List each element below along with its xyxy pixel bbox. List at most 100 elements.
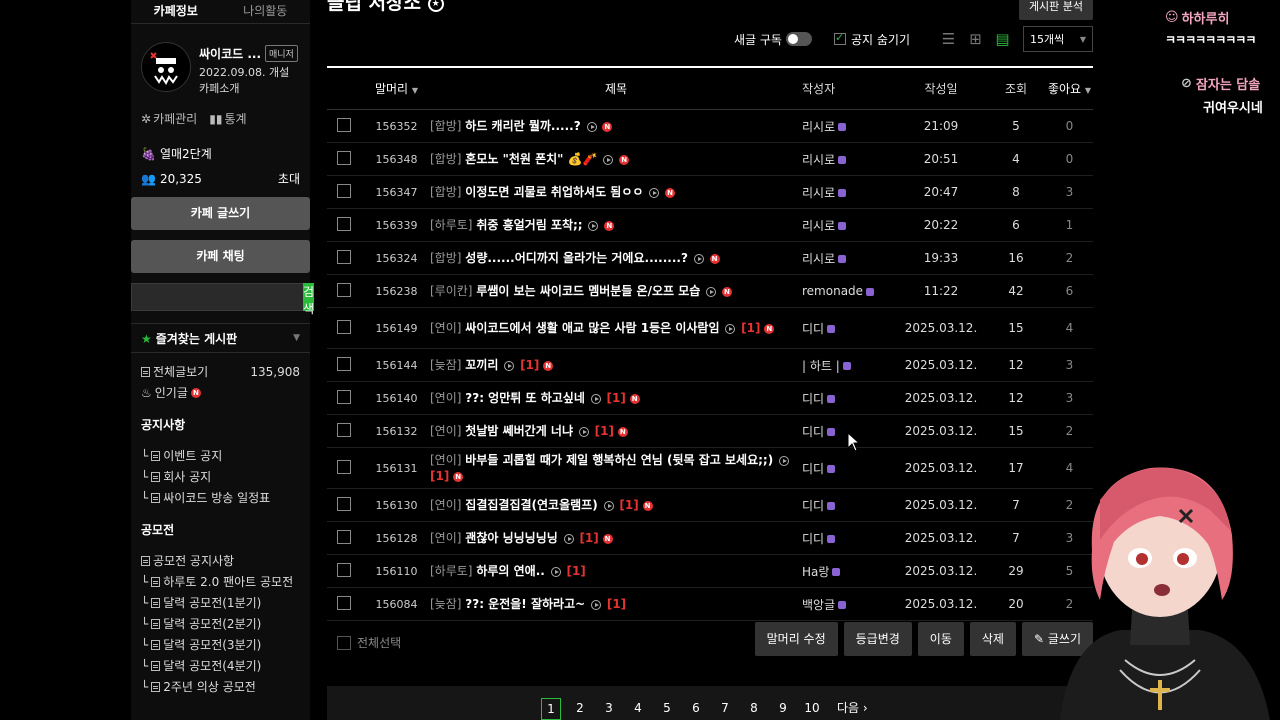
tab-cafe-info[interactable]: 카페정보 [131, 0, 221, 23]
post-title-link[interactable]: 집결집결집결(연코올램프) [465, 498, 597, 512]
row-checkbox[interactable] [337, 282, 351, 297]
row-checkbox[interactable] [337, 183, 351, 198]
post-author[interactable]: 디디 [802, 530, 896, 547]
row-checkbox[interactable] [337, 150, 351, 165]
post-author[interactable]: 백앙글 [802, 596, 896, 613]
comment-count[interactable]: [1] [430, 469, 449, 483]
row-checkbox[interactable] [337, 562, 351, 577]
table-row[interactable]: 156144 [늦잠] 꼬끼리 [1] N | 하트 | 2025.03.12. 12 3 [327, 349, 1093, 382]
next-page-link[interactable]: 다음 › [837, 698, 868, 720]
menu-popular[interactable]: ♨ 인기글 N [131, 382, 310, 403]
column-prefix[interactable]: 말머리 ▼ [363, 80, 430, 97]
row-checkbox[interactable] [337, 422, 351, 437]
post-author[interactable]: Ha랑 [802, 563, 896, 580]
page-link[interactable]: 7 [715, 698, 735, 720]
page-link[interactable]: 3 [599, 698, 619, 720]
comment-count[interactable]: [1] [607, 597, 626, 611]
table-row[interactable]: 156130 [연이] 집결집결집결(연코올램프) [1] N 디디 2025.03.… [327, 489, 1093, 522]
comment-count[interactable]: [1] [595, 424, 614, 438]
tab-my-activity[interactable]: 나의활동 [221, 0, 311, 23]
cafe-name[interactable]: 싸이코드 ... [199, 45, 261, 62]
post-author[interactable]: 리시로 [802, 151, 896, 168]
post-author[interactable]: 디디 [802, 320, 896, 337]
select-all[interactable]: 전체선택 [337, 634, 401, 651]
post-author[interactable]: 리시로 [802, 184, 896, 201]
card-view-icon[interactable]: ☰ [940, 30, 957, 48]
hide-notice-option[interactable]: 공지 숨기기 [833, 31, 910, 48]
page-link[interactable]: 9 [773, 698, 793, 720]
post-title-link[interactable]: 첫날밤 쎄버간게 너냐 [465, 424, 573, 438]
page-link[interactable]: 1 [541, 698, 561, 720]
table-row[interactable]: 156238 [루이칸] 루쌤이 보는 싸이코드 멤버분들 온/오프 모습 Nre… [327, 275, 1093, 308]
table-row[interactable]: 156140 [연이] ??: 엉만튀 또 하고싶네 [1] N 디디 2025.03… [327, 382, 1093, 415]
per-page-select[interactable]: 15개씩 ▼ [1023, 26, 1093, 52]
page-link[interactable]: 6 [686, 698, 706, 720]
post-author[interactable]: 리시로 [802, 118, 896, 135]
menu-contest-item[interactable]: └ 달력 공모전(3분기) [131, 634, 310, 655]
cafe-level[interactable]: 🍇 열매2단계 [131, 145, 310, 162]
table-row[interactable]: 156132 [연이] 첫날밤 쎄버간게 너냐 [1] N 디디 2025.03.12… [327, 415, 1093, 448]
post-title-link[interactable]: 이정도면 괴물로 취업하셔도 됨ㅇㅇ [465, 185, 643, 199]
comment-count[interactable]: [1] [579, 531, 598, 545]
invite-link[interactable]: 초대 [278, 170, 300, 187]
menu-contest-item[interactable]: └ 달력 공모전(1분기) [131, 592, 310, 613]
post-title-link[interactable]: 루쌤이 보는 싸이코드 멤버분들 온/오프 모습 [476, 284, 700, 298]
cafe-admin-link[interactable]: ✲ 카페관리 [141, 110, 197, 127]
new-post-subscribe[interactable]: 새글 구독 [734, 31, 812, 48]
post-author[interactable]: 디디 [802, 390, 896, 407]
row-checkbox[interactable] [337, 389, 351, 404]
board-settings-icon[interactable]: ★ [427, 0, 444, 12]
table-row[interactable]: 156128 [연이] 괜찮아 닝닝닝닝닝 [1] N 디디 2025.03.12. 7… [327, 522, 1093, 555]
comment-count[interactable]: [1] [607, 391, 626, 405]
edit-prefix-button[interactable]: 말머리 수정 [754, 622, 838, 656]
table-row[interactable]: 156324 [합방] 성량......어디까지 올라가는 거에요........… [327, 242, 1093, 275]
cafe-chat-button[interactable]: 카페 채팅 [131, 240, 310, 273]
column-likes[interactable]: 좋아요 ▼ [1046, 80, 1093, 97]
table-row[interactable]: 156131 [연이] 바부들 괴롭힐 때가 제일 행복하신 연님 (뒷목 잡고 … [327, 448, 1093, 489]
post-author[interactable]: 리시로 [802, 217, 896, 234]
post-author[interactable]: | 하트 | [802, 357, 896, 374]
delete-button[interactable]: 삭제 [969, 622, 1016, 656]
post-title-link[interactable]: 혼모노 "천원 폰치" 💰🧨 [465, 152, 597, 166]
menu-contest-item[interactable]: └ 달력 공모전(4분기) [131, 655, 310, 676]
menu-notice-item[interactable]: └ 싸이코드 방송 일정표 [131, 487, 310, 508]
table-row[interactable]: 156347 [합방] 이정도면 괴물로 취업하셔도 됨ㅇㅇ N 리시로 20:47 8… [327, 176, 1093, 209]
comment-count[interactable]: [1] [741, 321, 760, 335]
comment-count[interactable]: [1] [566, 564, 585, 578]
table-row[interactable]: 156149 [연이] 싸이코드에서 생활 애교 많은 사람 1등은 이사람임 [… [327, 308, 1093, 349]
menu-contest-item[interactable]: └ 2주년 의상 공모전 [131, 676, 310, 697]
favorites-header[interactable]: ★ 즐겨찾는 게시판 ▼ [131, 323, 310, 353]
comment-count[interactable]: [1] [520, 358, 539, 372]
row-checkbox[interactable] [337, 496, 351, 511]
post-title-link[interactable]: 성량......어디까지 올라가는 거에요........? [465, 251, 688, 265]
table-row[interactable]: 156339 [하루토] 취중 흥얼거림 포착;; N 리시로 20:22 6 1 [327, 209, 1093, 242]
page-link[interactable]: 2 [570, 698, 590, 720]
cafe-write-button[interactable]: 카페 글쓰기 [131, 197, 310, 230]
page-link[interactable]: 8 [744, 698, 764, 720]
cafe-search-button[interactable]: 검색 [303, 283, 315, 316]
change-grade-button[interactable]: 등급변경 [843, 622, 912, 656]
page-link[interactable]: 4 [628, 698, 648, 720]
page-link[interactable]: 10 [802, 698, 822, 720]
board-analysis-button[interactable]: 게시판 분석 [1019, 0, 1093, 20]
post-title-link[interactable]: ??: 운전을! 잘하라고~ [465, 597, 585, 611]
menu-all-posts[interactable]: 전체글보기 135,908 [131, 361, 310, 382]
list-view-icon[interactable]: ▤ [994, 30, 1011, 48]
move-button[interactable]: 이동 [917, 622, 964, 656]
page-link[interactable]: 5 [657, 698, 677, 720]
grid-view-icon[interactable]: ⊞ [967, 30, 984, 48]
table-row[interactable]: 156352 [합방] 하드 캐리란 뭘까.....? N 리시로 21:09 5 0 [327, 110, 1093, 143]
row-checkbox[interactable] [337, 356, 351, 371]
menu-notice-item[interactable]: └ 이벤트 공지 [131, 445, 310, 466]
table-row[interactable]: 156084 [늦잠] ??: 운전을! 잘하라고~ [1] 백앙글 2025.03.… [327, 588, 1093, 621]
menu-contest-item[interactable]: └ 하루토 2.0 팬아트 공모전 [131, 571, 310, 592]
row-checkbox[interactable] [337, 216, 351, 231]
cafe-search-input[interactable] [131, 283, 303, 311]
post-author[interactable]: 디디 [802, 497, 896, 514]
post-title-link[interactable]: 꼬끼리 [465, 358, 498, 372]
post-title-link[interactable]: 하드 캐리란 뭘까.....? [465, 119, 580, 133]
row-checkbox[interactable] [337, 529, 351, 544]
table-row[interactable]: 156348 [합방] 혼모노 "천원 폰치" 💰🧨 N 리시로 20:51 4 0 [327, 143, 1093, 176]
post-author[interactable]: remonade [802, 284, 896, 298]
menu-notice-item[interactable]: └ 회사 공지 [131, 466, 310, 487]
